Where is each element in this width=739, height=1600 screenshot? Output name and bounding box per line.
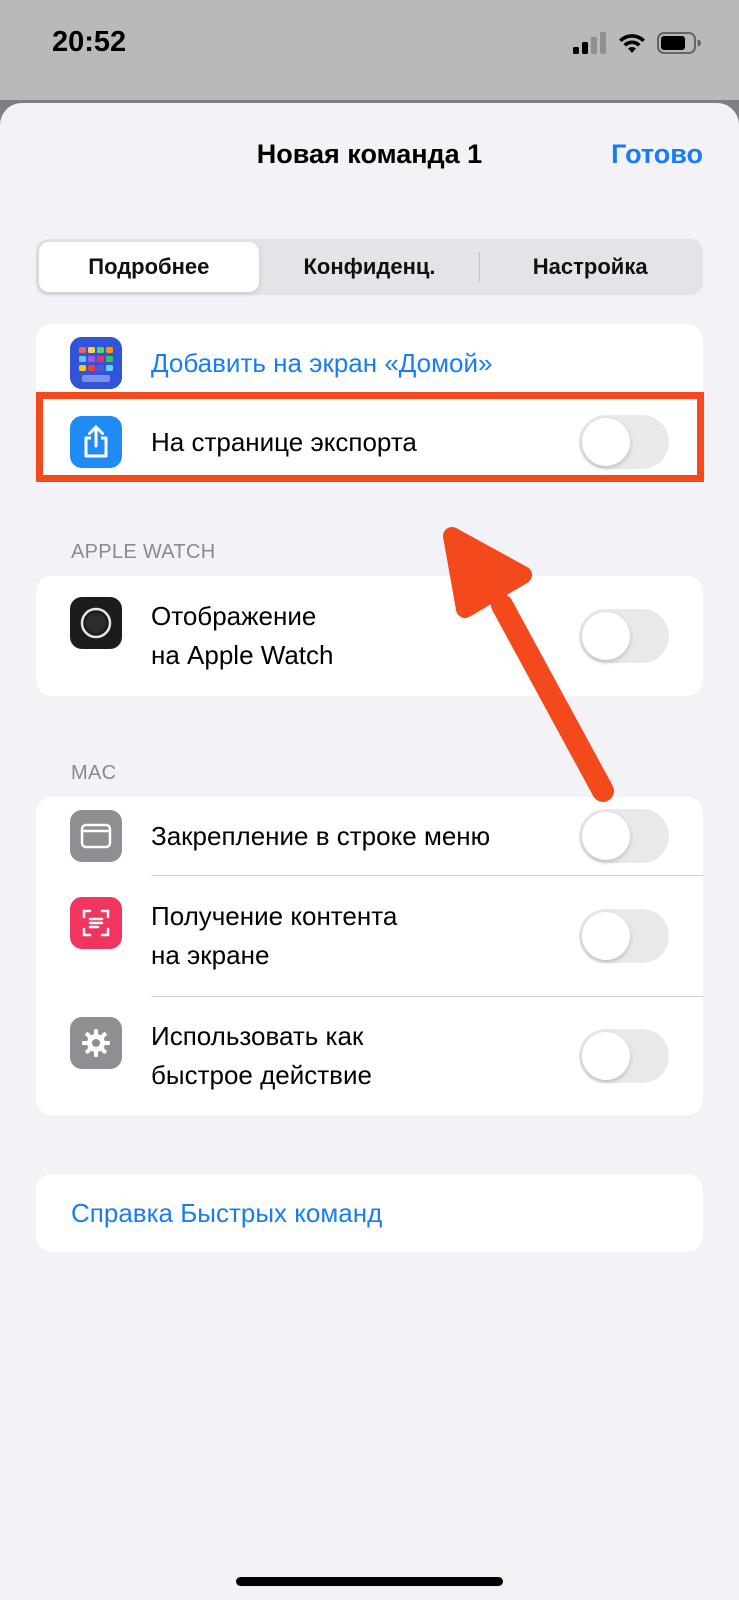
general-group: Добавить на экран «Домой» На странице эк… <box>36 324 703 482</box>
battery-icon <box>657 32 701 54</box>
share-icon <box>70 416 122 468</box>
status-bar: 20:52 <box>0 0 739 100</box>
status-icons <box>573 32 701 54</box>
menu-bar-label: Закрепление в строке меню <box>151 821 491 851</box>
shortcut-details-sheet: Новая команда 1 Готово Подробнее Конфиде… <box>0 103 739 1600</box>
apple-watch-icon <box>70 597 122 649</box>
quick-action-row: Использовать как быстрое действие <box>36 997 703 1115</box>
screen-content-toggle[interactable] <box>579 909 669 963</box>
tab-privacy[interactable]: Конфиденц. <box>260 242 480 292</box>
show-on-watch-label: Отображение на Apple Watch <box>151 601 334 670</box>
segmented-control: Подробнее Конфиденц. Настройка <box>36 239 703 295</box>
menu-bar-icon <box>70 810 122 862</box>
add-to-home-screen-label: Добавить на экран «Домой» <box>151 348 493 378</box>
tab-setup[interactable]: Настройка <box>480 242 700 292</box>
quick-action-toggle[interactable] <box>579 1029 669 1083</box>
share-sheet-label: На странице экспорта <box>151 427 417 457</box>
menu-bar-row: Закрепление в строке меню <box>36 797 703 875</box>
mac-group: Закрепление в строке меню Получение конт… <box>36 797 703 1115</box>
screen-content-row: Получение контента на экране <box>36 876 703 996</box>
cellular-signal-icon <box>573 32 606 54</box>
mac-section-header: MAC <box>71 762 117 784</box>
screen-content-label: Получение контента на экране <box>151 901 398 970</box>
apple-watch-section-header: APPLE WATCH <box>71 541 216 563</box>
gear-icon <box>70 1017 122 1069</box>
status-time: 20:52 <box>52 26 127 58</box>
home-indicator <box>236 1577 503 1586</box>
share-sheet-toggle[interactable] <box>579 415 669 469</box>
screen-content-icon <box>70 897 122 949</box>
wifi-icon <box>619 34 645 53</box>
help-group: Справка Быстрых команд <box>36 1174 703 1252</box>
quick-action-label: Использовать как быстрое действие <box>151 1021 372 1090</box>
add-to-home-screen-row[interactable]: Добавить на экран «Домой» <box>36 324 703 403</box>
menu-bar-toggle[interactable] <box>579 809 669 863</box>
home-screen-icon <box>70 337 122 389</box>
tab-details[interactable]: Подробнее <box>39 242 259 292</box>
share-sheet-row: На странице экспорта <box>36 403 703 482</box>
show-on-watch-toggle[interactable] <box>579 609 669 663</box>
show-on-watch-row: Отображение на Apple Watch <box>36 576 703 696</box>
done-button[interactable]: Готово <box>611 139 703 170</box>
apple-watch-group: Отображение на Apple Watch <box>36 576 703 696</box>
shortcuts-help-link[interactable]: Справка Быстрых команд <box>71 1174 382 1252</box>
